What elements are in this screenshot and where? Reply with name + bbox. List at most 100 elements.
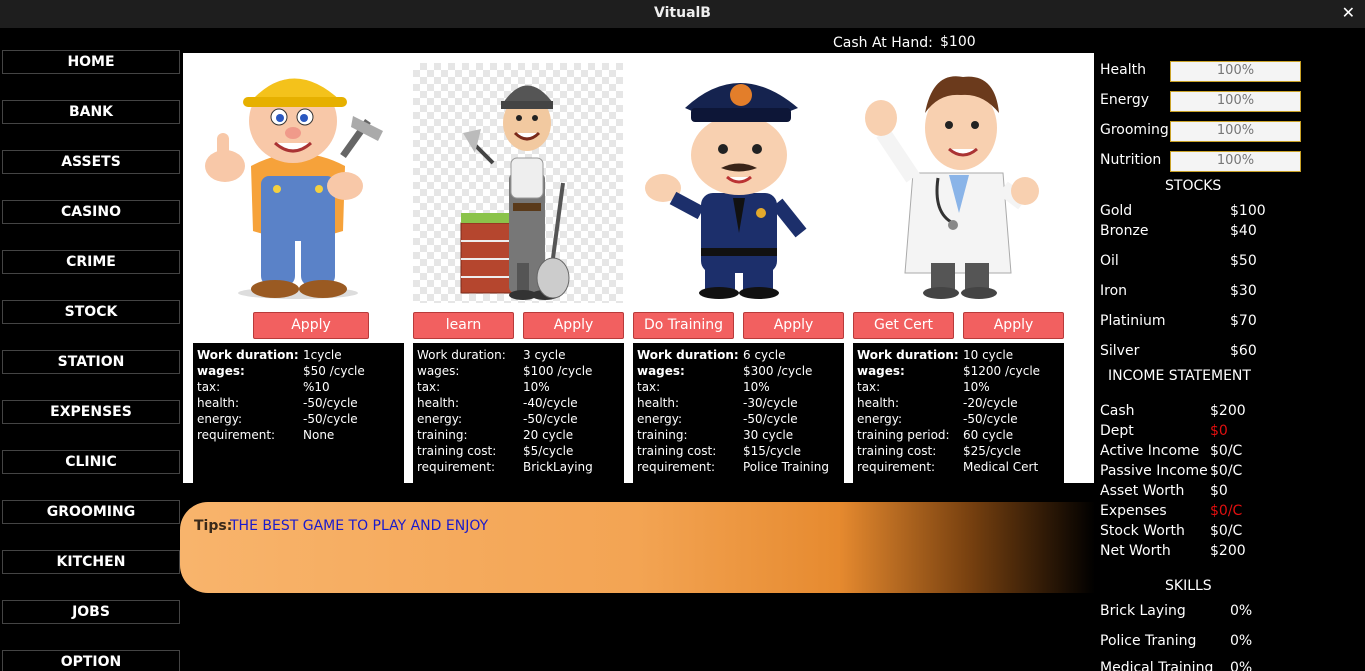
stock-price: $40 <box>1230 223 1257 239</box>
income-value: $200 <box>1210 543 1246 559</box>
income-row: Stock Worth $0/C <box>1100 523 1242 543</box>
construction-job-info: Work duration: 1cycle wages: $50 /cycle ta… <box>193 343 404 483</box>
stocks-heading: STOCKS <box>1165 178 1222 194</box>
nav-bank-button[interactable]: BANK <box>2 100 180 124</box>
info-key: energy: <box>197 412 242 426</box>
income-key: Active Income <box>1100 443 1200 459</box>
bricklayer-image <box>413 63 623 303</box>
info-key: Work duration: <box>197 348 299 362</box>
stock-name: Oil <box>1100 253 1119 269</box>
info-value: -50/cycle <box>743 412 798 426</box>
skill-name: Police Traning <box>1100 633 1197 649</box>
apply-construction-button[interactable]: Apply <box>253 312 369 339</box>
apply-bricklayer-button[interactable]: Apply <box>523 312 624 339</box>
do-police-training-button[interactable]: Do Training <box>633 312 734 339</box>
stat-label: Grooming <box>1100 122 1169 138</box>
nav-casino-button[interactable]: CASINO <box>2 200 180 224</box>
info-key: energy: <box>417 412 462 426</box>
income-statement-heading: INCOME STATEMENT <box>1108 368 1251 384</box>
income-value: $0 <box>1210 483 1228 499</box>
apply-police-button[interactable]: Apply <box>743 312 844 339</box>
info-value: 30 cycle <box>743 428 794 442</box>
nav-grooming-button[interactable]: GROOMING <box>2 500 180 524</box>
info-value: 10% <box>963 380 990 394</box>
info-value: $5/cycle <box>523 444 574 458</box>
skill-name: Brick Laying <box>1100 603 1186 619</box>
info-value: $50 /cycle <box>303 364 365 378</box>
stock-row: Platinium $70 <box>1100 313 1257 333</box>
skill-name: Medical Training <box>1100 660 1214 671</box>
info-value: $300 /cycle <box>743 364 813 378</box>
stock-name: Gold <box>1100 203 1133 219</box>
nav-clinic-button[interactable]: CLINIC <box>2 450 180 474</box>
info-value: -50/cycle <box>963 412 1018 426</box>
nav-option-button[interactable]: OPTION <box>2 650 180 671</box>
tips-banner: Tips: THE BEST GAME TO PLAY AND ENJOY <box>180 502 1095 593</box>
nav-assets-button[interactable]: ASSETS <box>2 150 180 174</box>
info-key: requirement: <box>857 460 936 474</box>
stock-price: $100 <box>1230 203 1266 219</box>
info-key: tax: <box>417 380 441 394</box>
income-key: Stock Worth <box>1100 523 1185 539</box>
income-key: Expenses <box>1100 503 1167 519</box>
apply-doctor-button[interactable]: Apply <box>963 312 1064 339</box>
info-key: energy: <box>857 412 902 426</box>
stat-label: Energy <box>1100 92 1150 108</box>
info-value: BrickLaying <box>523 460 593 474</box>
stock-name: Iron <box>1100 283 1128 299</box>
skill-row: Brick Laying 0% <box>1100 603 1252 623</box>
nav-crime-button[interactable]: CRIME <box>2 250 180 274</box>
nav-expenses-button[interactable]: EXPENSES <box>2 400 180 424</box>
info-key: energy: <box>637 412 682 426</box>
info-value: %10 <box>303 380 330 394</box>
income-row: Expenses $0/C <box>1100 503 1242 523</box>
nav-station-button[interactable]: STATION <box>2 350 180 374</box>
nav-stock-button[interactable]: STOCK <box>2 300 180 324</box>
income-value: $0/C <box>1210 443 1243 459</box>
info-key: training: <box>417 428 468 442</box>
skill-value: 0% <box>1230 603 1253 619</box>
info-key: wages: <box>637 364 685 378</box>
close-icon[interactable]: ✕ <box>1342 3 1355 22</box>
info-key: wages: <box>857 364 905 378</box>
get-medical-cert-button[interactable]: Get Cert <box>853 312 954 339</box>
info-value: 10 cycle <box>963 348 1014 362</box>
info-key: Work duration: <box>417 348 506 362</box>
info-value: $1200 /cycle <box>963 364 1041 378</box>
info-value: $15/cycle <box>743 444 801 458</box>
skill-value: 0% <box>1230 660 1253 671</box>
window-title: VitualB <box>654 5 711 21</box>
info-key: health: <box>417 396 460 410</box>
info-value: 6 cycle <box>743 348 786 362</box>
nav-jobs-button[interactable]: JOBS <box>2 600 180 624</box>
info-key: requirement: <box>637 460 716 474</box>
info-key: training: <box>637 428 688 442</box>
bar-percent: 100% <box>1216 63 1255 78</box>
skill-value: 0% <box>1230 633 1253 649</box>
info-key: Work duration: <box>857 348 959 362</box>
bar-percent: 100% <box>1216 153 1255 168</box>
stock-row: Oil $50 <box>1100 253 1257 273</box>
nav-home-button[interactable]: HOME <box>2 50 180 74</box>
income-row: Asset Worth $0 <box>1100 483 1228 503</box>
income-value: $0 <box>1210 423 1228 439</box>
income-key: Cash <box>1100 403 1135 419</box>
stock-name: Platinium <box>1100 313 1166 329</box>
info-key: wages: <box>197 364 245 378</box>
info-key: wages: <box>417 364 460 378</box>
nav-kitchen-button[interactable]: KITCHEN <box>2 550 180 574</box>
info-key: tax: <box>637 380 661 394</box>
info-key: training cost: <box>417 444 497 458</box>
info-key: health: <box>197 396 240 410</box>
info-value: 10% <box>743 380 770 394</box>
stock-price: $60 <box>1230 343 1257 359</box>
stock-price: $50 <box>1230 253 1257 269</box>
skill-row: Police Traning 0% <box>1100 633 1252 653</box>
info-key: requirement: <box>417 460 496 474</box>
info-value: 20 cycle <box>523 428 574 442</box>
title-bar: VitualB ✕ <box>0 0 1365 28</box>
stock-name: Bronze <box>1100 223 1149 239</box>
learn-bricklaying-button[interactable]: learn <box>413 312 514 339</box>
health-progress-bar: 100% <box>1170 61 1301 82</box>
income-value: $0/C <box>1210 503 1243 519</box>
